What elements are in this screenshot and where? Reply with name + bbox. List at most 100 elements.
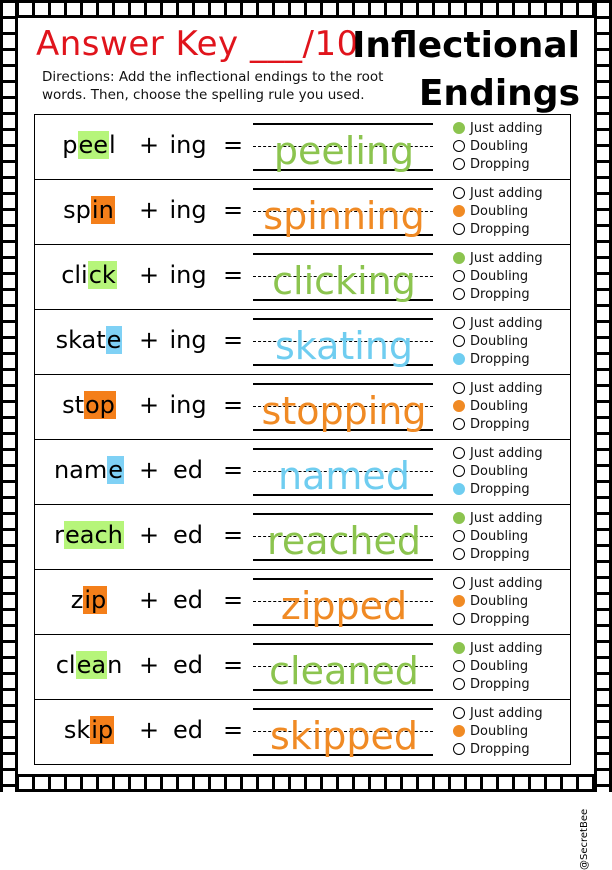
rule-option[interactable]: Doubling [453,137,563,155]
rule-option[interactable]: Just adding [453,574,563,592]
radio-icon[interactable] [453,140,465,152]
radio-icon[interactable] [453,335,465,347]
credit-text: @SecretBee [579,808,590,870]
exercise-row: spin + ing = spinning Just adding Doubling Drop… [35,180,570,245]
rule-option[interactable]: Just adding [453,379,563,397]
exercise-row: zip + ed = zipped Just adding Doubling Dropping [35,570,570,635]
answer-text[interactable]: cleaned [253,649,435,693]
rule-option[interactable]: Just adding [453,704,563,722]
radio-icon[interactable] [453,577,465,589]
radio-icon[interactable] [453,660,465,672]
rule-option[interactable]: Dropping [453,415,563,433]
equals-sign: = [223,456,244,484]
root-prefix: p [62,131,78,159]
rule-option[interactable]: Doubling [453,397,563,415]
radio-icon[interactable] [453,743,465,755]
radio-icon[interactable] [453,548,465,560]
rule-option[interactable]: Just adding [453,184,563,202]
rule-options: Just adding Doubling Dropping [453,184,563,238]
radio-icon[interactable] [453,530,465,542]
option-label: Just adding [470,510,543,526]
radio-icon[interactable] [453,595,465,607]
option-label: Just adding [470,575,543,591]
radio-icon[interactable] [453,512,465,524]
equals-sign: = [223,196,244,224]
root-prefix: r [54,521,64,549]
option-label: Doubling [470,463,529,479]
rule-option[interactable]: Just adding [453,314,563,332]
rule-option[interactable]: Just adding [453,509,563,527]
answer-text[interactable]: clicking [253,259,435,303]
ending: ing [169,261,207,289]
rule-option[interactable]: Dropping [453,675,563,693]
radio-icon[interactable] [453,447,465,459]
equals-sign: = [223,391,244,419]
radio-icon[interactable] [453,613,465,625]
rule-option[interactable]: Doubling [453,527,563,545]
rule-option[interactable]: Doubling [453,267,563,285]
radio-icon[interactable] [453,642,465,654]
rule-options: Just adding Doubling Dropping [453,509,563,563]
rule-option[interactable]: Dropping [453,155,563,173]
option-label: Doubling [470,333,529,349]
radio-icon[interactable] [453,678,465,690]
option-label: Just adding [470,315,543,331]
answer-text[interactable]: skipped [253,714,435,758]
radio-icon[interactable] [453,483,465,495]
title-line-1: Inflectional [351,25,580,66]
rule-option[interactable]: Dropping [453,285,563,303]
radio-icon[interactable] [453,205,465,217]
rule-option[interactable]: Doubling [453,332,563,350]
plus-sign: + [139,131,160,159]
rule-option[interactable]: Doubling [453,722,563,740]
rule-option[interactable]: Just adding [453,119,563,137]
option-label: Just adding [470,705,543,721]
option-label: Just adding [470,185,543,201]
rule-option[interactable]: Dropping [453,545,563,563]
answer-text[interactable]: reached [253,519,435,563]
answer-text[interactable]: skating [253,324,435,368]
root-prefix: cli [61,261,88,289]
rule-option[interactable]: Dropping [453,350,563,368]
radio-icon[interactable] [453,725,465,737]
answer-text[interactable]: stopping [253,389,435,433]
radio-icon[interactable] [453,187,465,199]
answer-text[interactable]: spinning [253,194,435,238]
rule-option[interactable]: Doubling [453,592,563,610]
option-label: Just adding [470,445,543,461]
rule-option[interactable]: Dropping [453,220,563,238]
radio-icon[interactable] [453,122,465,134]
rule-option[interactable]: Dropping [453,610,563,628]
radio-icon[interactable] [453,382,465,394]
radio-icon[interactable] [453,223,465,235]
radio-icon[interactable] [453,252,465,264]
radio-icon[interactable] [453,158,465,170]
radio-icon[interactable] [453,317,465,329]
option-label: Doubling [470,268,529,284]
equals-sign: = [223,131,244,159]
rule-option[interactable]: Just adding [453,249,563,267]
rule-option[interactable]: Dropping [453,740,563,758]
radio-icon[interactable] [453,418,465,430]
rule-option[interactable]: Doubling [453,657,563,675]
plus-sign: + [139,586,160,614]
radio-icon[interactable] [453,288,465,300]
border-bottom [0,774,612,792]
answer-text[interactable]: zipped [253,584,435,628]
radio-icon[interactable] [453,270,465,282]
radio-icon[interactable] [453,353,465,365]
equals-sign: = [223,521,244,549]
rule-option[interactable]: Doubling [453,462,563,480]
rule-option[interactable]: Doubling [453,202,563,220]
radio-icon[interactable] [453,400,465,412]
rule-option[interactable]: Just adding [453,444,563,462]
root-highlight: ip [90,716,115,744]
answer-text[interactable]: peeling [253,129,435,173]
rule-option[interactable]: Dropping [453,480,563,498]
rule-option[interactable]: Just adding [453,639,563,657]
root-prefix: skat [55,326,106,354]
answer-text[interactable]: named [253,454,435,498]
radio-icon[interactable] [453,465,465,477]
option-label: Doubling [470,138,529,154]
radio-icon[interactable] [453,707,465,719]
